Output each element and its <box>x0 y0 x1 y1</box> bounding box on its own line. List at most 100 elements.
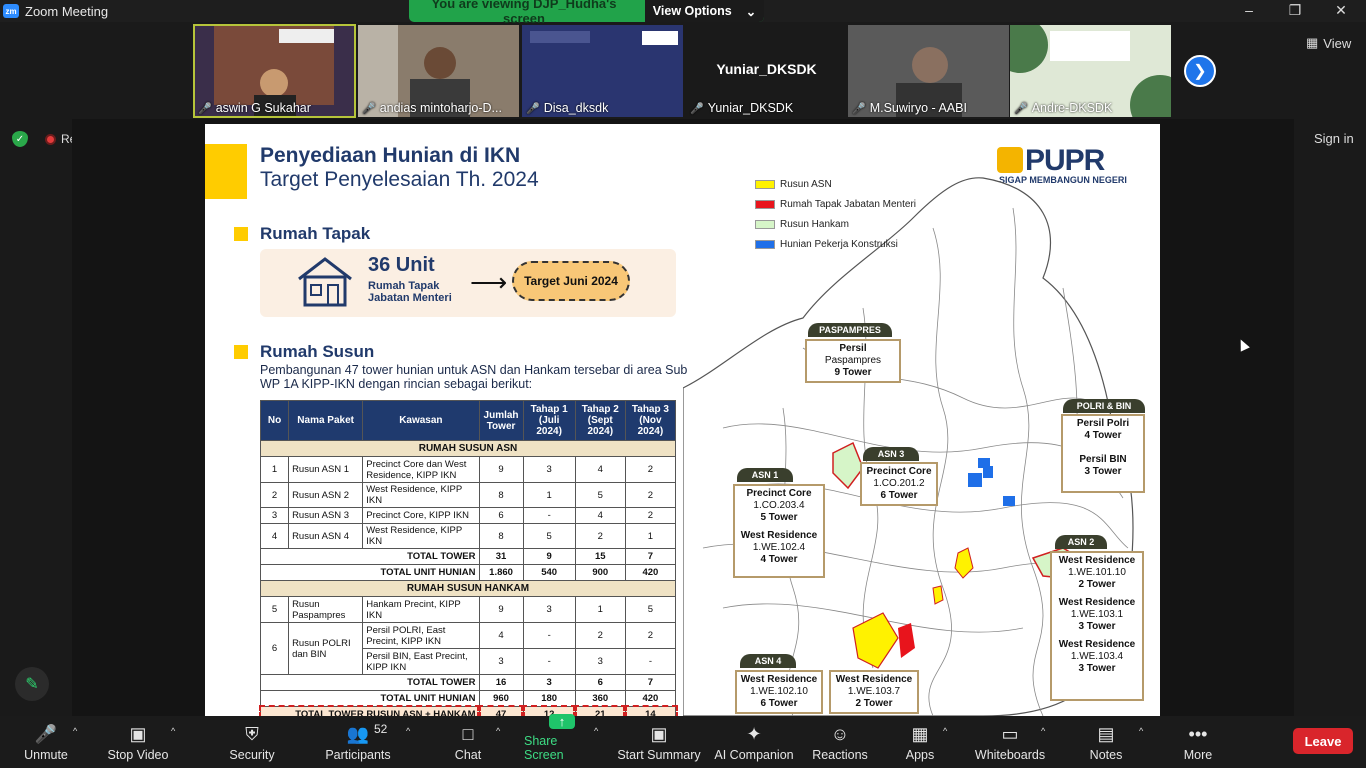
view-button[interactable]: ▦ View <box>1306 35 1351 51</box>
callout-strong: West Residence <box>1058 555 1136 566</box>
table-cell: 1 <box>624 523 677 549</box>
notes-icon: ▤ <box>1097 724 1115 744</box>
title-accent-bar <box>205 144 247 199</box>
security-button[interactable]: ⛨ Security <box>224 716 280 768</box>
share-screen-button[interactable]: ↑ Share Screen <box>524 714 600 768</box>
chevron-up-icon[interactable]: ^ <box>406 726 410 736</box>
callout-count: 2 Tower <box>1078 579 1116 590</box>
table-cell: - <box>522 648 576 675</box>
sign-in-link[interactable]: Sign in <box>1314 131 1354 146</box>
map-tag: PASPAMPRES <box>808 323 892 337</box>
table-cell: 3 <box>522 456 576 483</box>
chevron-up-icon[interactable]: ^ <box>171 726 175 736</box>
annotate-pencil-icon[interactable]: ✎ <box>15 667 49 701</box>
gallery-next-icon[interactable]: ❯ <box>1184 55 1216 87</box>
participant-tile[interactable]: 🎤 andias mintoharjo-D... <box>358 25 519 117</box>
start-summary-button[interactable]: ▣ Start Summary <box>617 716 701 768</box>
microphone-icon: 🎤 <box>198 102 212 115</box>
reactions-button[interactable]: ☺ Reactions <box>810 716 870 768</box>
participant-tile[interactable]: 🎤 Andre-DKSDK <box>1010 25 1171 117</box>
table-cell: 2 <box>574 523 626 549</box>
app-title: Zoom Meeting <box>25 3 109 19</box>
callout-text: 1.WE.102.10 <box>750 686 808 697</box>
toolbar-label: Security <box>229 748 275 762</box>
chevron-up-icon[interactable]: ^ <box>943 726 947 736</box>
participant-name-tag: 🎤 andias mintoharjo-D... <box>362 101 502 115</box>
chevron-up-icon[interactable]: ^ <box>594 726 598 736</box>
table-cell: 9 <box>478 456 524 483</box>
ellipsis-icon: ••• <box>1188 724 1208 744</box>
callout-strong: Precinct Core <box>866 466 932 477</box>
chevron-up-icon[interactable]: ^ <box>73 726 77 736</box>
table-cell: 7 <box>624 548 677 565</box>
table-total-row: TOTAL UNIT HUNIAN 960 180 360 420 <box>260 690 677 707</box>
table-cell: 16 <box>478 674 524 691</box>
participant-tile[interactable]: Yuniar_DKSDK 🎤 Yuniar_DKSDK <box>686 25 847 117</box>
ai-companion-button[interactable]: ✦ AI Companion <box>712 716 796 768</box>
minimize-icon[interactable]: – <box>1234 2 1264 18</box>
shield-icon: ⛨ <box>245 724 259 744</box>
map-tag: POLRI & BIN <box>1063 399 1145 413</box>
more-button[interactable]: ••• More <box>1176 716 1220 768</box>
shield-check-icon[interactable]: ✓ <box>12 131 28 147</box>
column-header: Jumlah Tower <box>478 400 524 441</box>
toolbar-label: Apps <box>905 748 935 762</box>
leave-button[interactable]: Leave <box>1293 728 1353 754</box>
table-cell: Precinct Core, KIPP IKN <box>362 507 480 524</box>
participant-name-tag: 🎤 M.Suwiryo - AABI <box>852 101 967 115</box>
toolbar-label: Participants <box>325 748 391 762</box>
callout-strong: West Residence <box>1058 597 1136 608</box>
table-cell: 5 <box>522 523 576 549</box>
stop-video-button[interactable]: ▣ Stop Video <box>104 716 172 768</box>
total-label: TOTAL UNIT HUNIAN <box>260 690 480 707</box>
map-callout: West Residence 1.WE.103.7 2 Tower <box>829 670 919 714</box>
emoji-icon: ☺ <box>830 724 850 744</box>
participant-name-tag: 🎤 Andre-DKSDK <box>1014 101 1112 115</box>
table-cell: 6 <box>574 674 626 691</box>
close-icon[interactable]: ✕ <box>1326 2 1356 19</box>
map-callout: Persil Paspampres 9 Tower <box>805 339 901 383</box>
restore-icon[interactable]: ❐ <box>1280 2 1310 19</box>
legend-label: Hunian Pekerja Konstruksi <box>780 238 898 250</box>
legend-swatch <box>755 179 775 189</box>
zoom-logo-icon: zm <box>3 4 19 18</box>
table-cell: 8 <box>478 482 524 508</box>
apps-button[interactable]: ▦ Apps <box>900 716 940 768</box>
table-row: 6 Rusun POLRI dan BIN Persil POLRI, East… <box>259 622 677 675</box>
callout-text: 1.WE.102.4 <box>752 542 806 553</box>
participant-tile[interactable]: 🎤 aswin G Sukahar <box>193 24 356 118</box>
microphone-muted-icon: 🎤 <box>852 102 866 115</box>
table-total-row: TOTAL TOWER 31 9 15 7 <box>260 548 677 565</box>
participant-name: aswin G Sukahar <box>215 101 311 115</box>
participant-name: Andre-DKSDK <box>1031 101 1113 115</box>
callout-strong: Persil Polri <box>1076 418 1130 429</box>
whiteboards-button[interactable]: ▭ Whiteboards <box>972 716 1048 768</box>
unmute-button[interactable]: 🎤 Unmute <box>18 716 74 768</box>
section-description: Pembangunan 47 tower hunian untuk ASN da… <box>260 363 688 391</box>
callout-text: 1.CO.203.4 <box>753 500 805 511</box>
table-cell: Rusun Paspampres <box>288 596 364 623</box>
toolbar-label: Notes <box>1089 748 1123 762</box>
table-cell: Rusun POLRI dan BIN <box>288 622 364 675</box>
table-cell: 1 <box>574 596 626 623</box>
chevron-up-icon[interactable]: ^ <box>496 726 500 736</box>
map-legend: Rusun ASN Rumah Tapak Jabatan Menteri Ru… <box>755 174 916 254</box>
view-options-button[interactable]: View Options ⌄ <box>645 0 764 22</box>
column-header: Tahap 1 (Juli 2024) <box>522 400 576 441</box>
chevron-down-icon: ⌄ <box>745 4 757 19</box>
slide-subtitle: Target Penyelesaian Th. 2024 <box>260 168 539 191</box>
callout-count: 6 Tower <box>760 698 798 709</box>
table-cell: 6 <box>259 622 290 675</box>
table-cell: 420 <box>624 564 677 581</box>
table-cell: 180 <box>522 690 576 707</box>
participant-tile[interactable]: 🎤 Disa_dksdk <box>522 25 683 117</box>
total-label: TOTAL TOWER <box>260 548 480 565</box>
callout-count: 3 Tower <box>1084 466 1122 477</box>
chevron-up-icon[interactable]: ^ <box>1041 726 1045 736</box>
chat-button[interactable]: □ Chat <box>448 716 488 768</box>
participant-tile[interactable]: 🎤 M.Suwiryo - AABI <box>848 25 1009 117</box>
chevron-up-icon[interactable]: ^ <box>1139 726 1143 736</box>
notes-button[interactable]: ▤ Notes <box>1084 716 1128 768</box>
table-cell: 15 <box>574 548 626 565</box>
view-label: View <box>1323 35 1352 51</box>
